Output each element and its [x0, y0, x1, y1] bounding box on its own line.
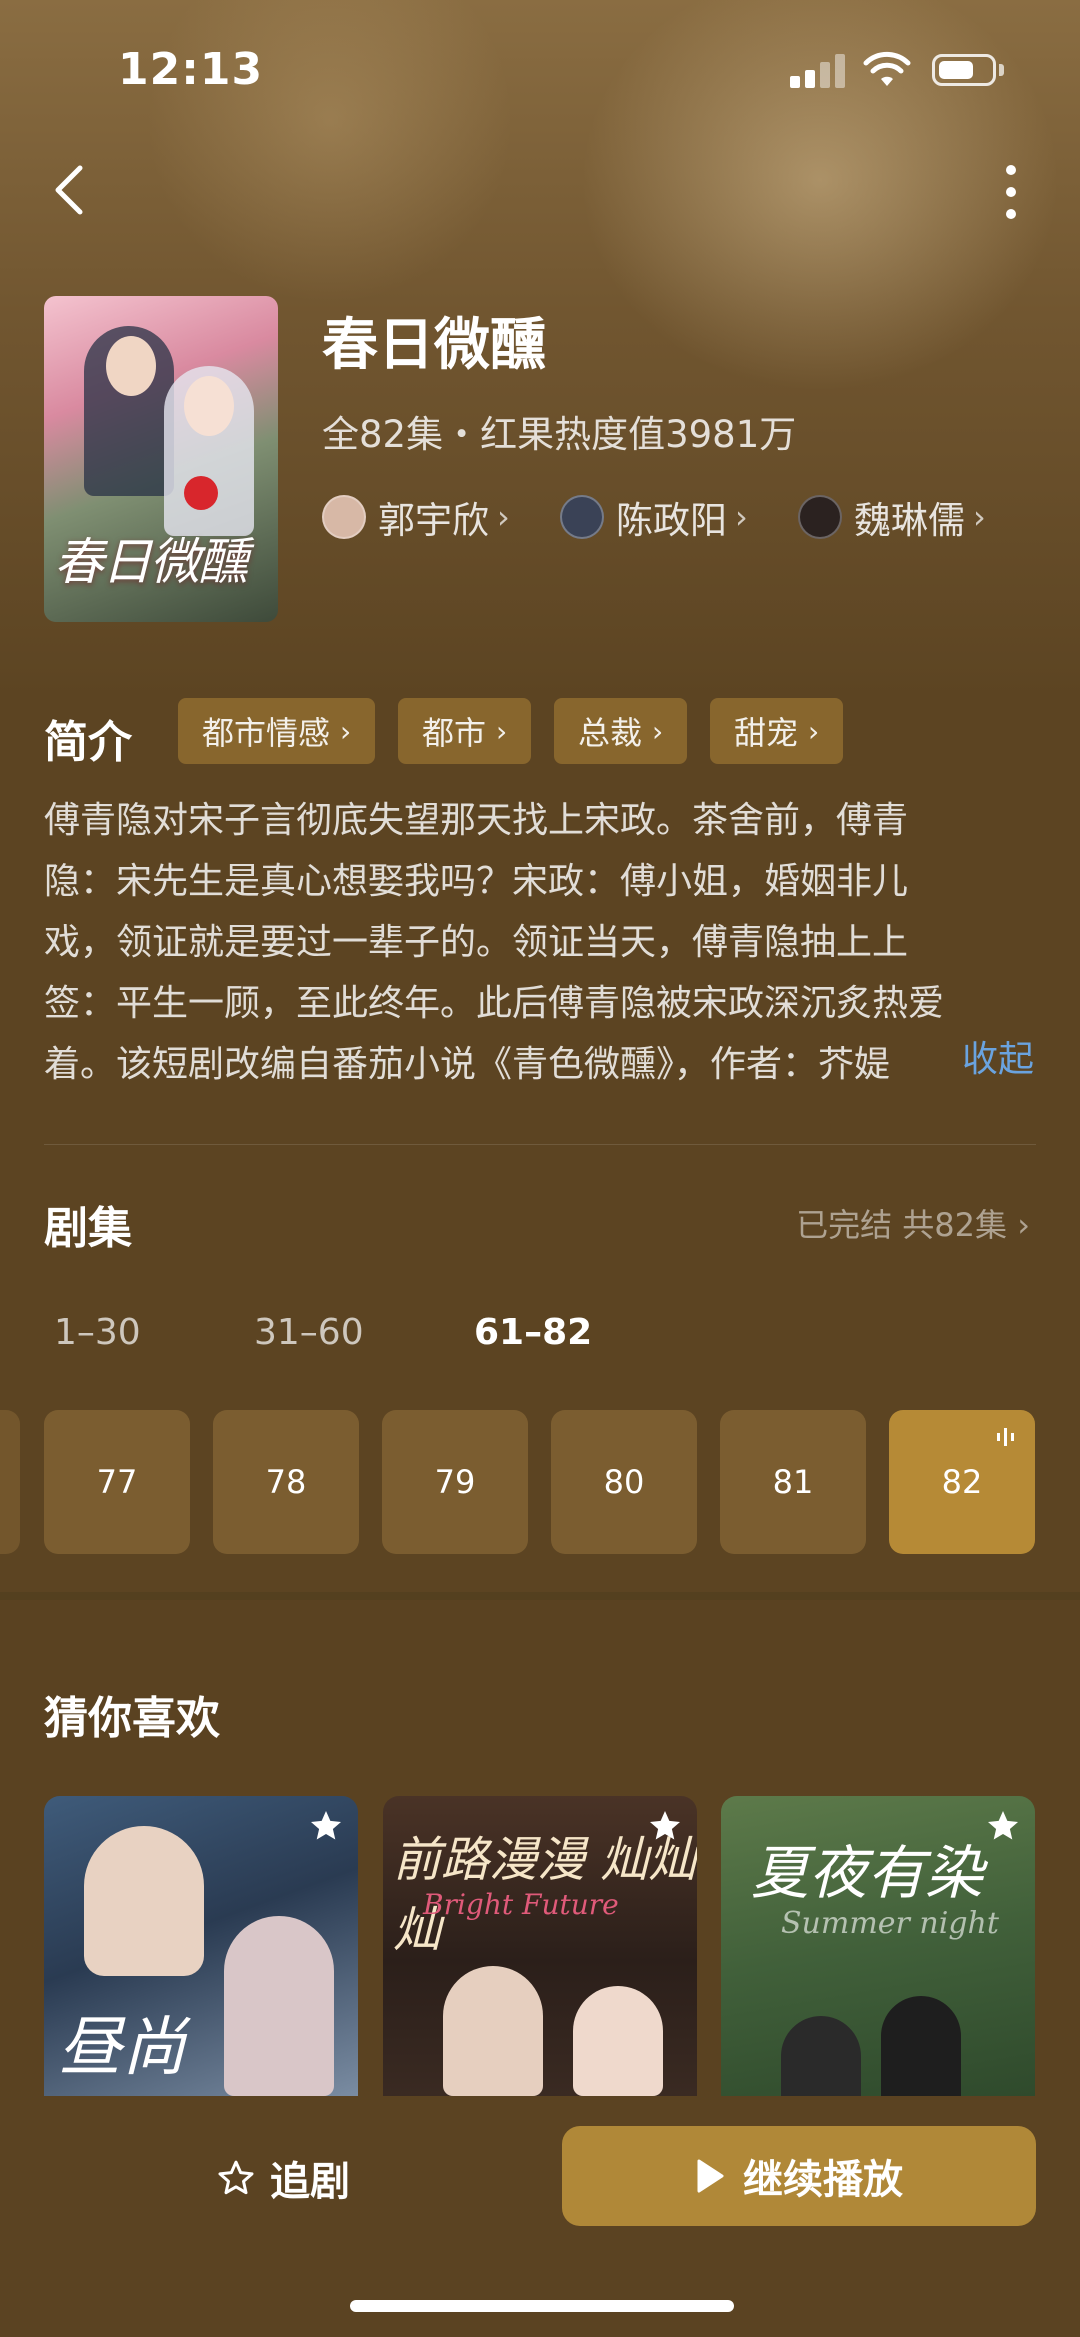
cast-item[interactable]: 郭宇欣 › [322, 492, 510, 542]
cast-name: 魏琳儒 [854, 499, 965, 542]
battery-nub [999, 64, 1004, 76]
avatar [560, 495, 604, 539]
episode-button-current[interactable]: 82 [889, 1410, 1035, 1554]
episode-button-partial[interactable] [0, 1410, 20, 1554]
recommendations-heading: 猜你喜欢 [44, 1693, 220, 1744]
poster-face [106, 336, 156, 396]
poster-face [184, 376, 234, 436]
cast-name: 郭宇欣 [378, 499, 489, 542]
genre-tag[interactable]: 都市情感 › [178, 698, 376, 764]
recommendation-card[interactable]: 夏夜有染 Summer night [721, 1796, 1035, 2096]
drama-title: 春日微醺 [322, 313, 546, 378]
play-icon [697, 2159, 724, 2193]
card-subtitle-art: Summer night [781, 1906, 999, 1941]
genre-tag[interactable]: 总裁 › [554, 698, 688, 764]
card-figure [443, 1966, 543, 2096]
tag-label: 都市 [422, 714, 487, 752]
range-tab[interactable]: 1–30 [54, 1312, 141, 1353]
intro-heading: 简介 [44, 717, 132, 768]
card-figure [881, 1996, 961, 2096]
cast-item[interactable]: 魏琳儒 › [798, 492, 986, 542]
play-label: 继续播放 [743, 2157, 903, 2203]
chevron-right-icon: › [497, 498, 510, 536]
star-outline-icon [218, 2160, 254, 2195]
range-tab-active[interactable]: 61–82 [474, 1312, 592, 1353]
avatar [322, 495, 366, 539]
poster-title-art: 春日微醺 [54, 533, 248, 591]
star-icon [650, 1811, 680, 1840]
chevron-right-icon: › [1017, 1206, 1030, 1244]
cellular-signal-icon [790, 52, 846, 88]
episode-button[interactable]: 79 [382, 1410, 528, 1554]
divider [44, 1144, 1036, 1145]
now-playing-icon [997, 1428, 1014, 1446]
synopsis-line: 傅青隐对宋子言彻底失望那天找上宋政。茶舍前，傅青 [44, 800, 909, 841]
back-icon[interactable] [44, 160, 100, 220]
follow-button[interactable]: 追剧 [216, 2148, 350, 2208]
card-subtitle-art: Bright Future [423, 1888, 619, 1921]
synopsis: 傅青隐对宋子言彻底失望那天找上宋政。茶舍前，傅青 隐：宋先生是真心想娶我吗？宋政… [44, 790, 1040, 1095]
poster-flower [184, 476, 218, 510]
collapse-link[interactable]: 收起 [958, 1030, 1035, 1082]
episode-button[interactable]: 77 [44, 1410, 190, 1554]
tag-label: 甜宠 [734, 714, 799, 752]
drama-meta: 全82集・红果热度值3981万 [322, 413, 797, 456]
battery-icon [932, 54, 996, 86]
episodes-status-link[interactable]: 已完结 共82集 › [796, 1200, 1030, 1246]
chevron-right-icon: › [340, 714, 352, 748]
star-icon [311, 1811, 341, 1840]
range-tab[interactable]: 31–60 [254, 1312, 364, 1353]
card-figure [84, 1826, 204, 1976]
synopsis-line: 着。该短剧改编自番茄小说《青色微醺》，作者：芥媞 [44, 1044, 891, 1085]
episode-button[interactable]: 80 [551, 1410, 697, 1554]
card-figure [573, 1986, 663, 2096]
episode-number: 82 [941, 1463, 983, 1501]
more-options-icon[interactable] [996, 160, 1026, 224]
continue-play-button[interactable]: 继续播放 [562, 2126, 1036, 2226]
cast-item[interactable]: 陈政阳 › [560, 492, 748, 542]
episodes-heading: 剧集 [44, 1203, 132, 1254]
genre-tag[interactable]: 甜宠 › [710, 698, 844, 764]
chevron-right-icon: › [973, 498, 986, 536]
status-time: 12:13 [118, 44, 264, 95]
episode-button[interactable]: 78 [213, 1410, 359, 1554]
chevron-right-icon: › [735, 498, 748, 536]
card-figure [781, 2016, 861, 2096]
drama-poster[interactable]: 春日微醺 [44, 296, 278, 622]
recommendation-card[interactable]: 昼尚 [44, 1796, 358, 2096]
synopsis-line: 隐：宋先生是真心想娶我吗？宋政：傅小姐，婚姻非儿 [44, 861, 909, 902]
episodes-status: 已完结 共82集 [796, 1206, 1008, 1244]
synopsis-line: 戏，领证就是要过一辈子的。领证当天，傅青隐抽上上 [44, 922, 909, 963]
episode-button[interactable]: 81 [720, 1410, 866, 1554]
cast-name: 陈政阳 [616, 499, 727, 542]
star-icon [988, 1811, 1018, 1840]
tag-label: 都市情感 [202, 714, 331, 752]
chevron-right-icon: › [808, 714, 820, 748]
follow-label: 追剧 [270, 2159, 350, 2205]
home-indicator[interactable] [350, 2300, 734, 2312]
tag-label: 总裁 [578, 714, 643, 752]
recommendation-card[interactable]: 前路漫漫 灿灿灿 Bright Future [383, 1796, 697, 2096]
synopsis-line: 签：平生一顾，至此终年。此后傅青隐被宋政深沉炙热爱 [44, 983, 945, 1024]
chevron-right-icon: › [496, 714, 508, 748]
card-figure [224, 1916, 334, 2096]
genre-tag[interactable]: 都市 › [398, 698, 532, 764]
card-title-art: 夏夜有染 [751, 1839, 984, 1907]
avatar [798, 495, 842, 539]
wifi-icon [863, 51, 911, 86]
chevron-right-icon: › [652, 714, 664, 748]
card-title-art: 昼尚 [58, 2011, 186, 2085]
